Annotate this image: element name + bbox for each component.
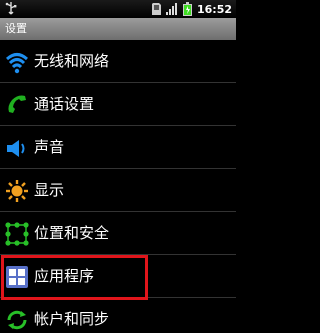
settings-item-label: 显示 [34,181,65,199]
signal-icon [165,3,177,15]
usb-icon [5,2,17,15]
settings-item-label: 无线和网络 [34,52,110,70]
settings-item-label: 位置和安全 [34,224,110,242]
settings-item-label: 声音 [34,138,65,156]
settings-item-label: 帐户和同步 [34,310,110,328]
brightness-icon [6,180,28,202]
settings-item-accounts-sync[interactable]: 帐户和同步 [0,298,236,333]
grid-lock-icon [5,222,29,246]
wifi-icon [5,53,29,74]
settings-item-label: 通话设置 [34,95,95,113]
settings-item-label: 应用程序 [34,267,95,285]
sync-icon [7,310,27,330]
settings-item-location-security[interactable]: 位置和安全 [0,212,236,255]
speaker-icon [7,140,25,157]
settings-item-display[interactable]: 显示 [0,169,236,212]
phone-icon [8,95,26,113]
status-bar: 16:52 [0,0,236,18]
clock: 16:52 [196,2,232,16]
battery-icon [182,2,192,16]
settings-item-call[interactable]: 通话设置 [0,83,236,126]
page-title: 设置 [0,18,236,40]
settings-item-wireless[interactable]: 无线和网络 [0,40,236,83]
settings-item-applications[interactable]: 应用程序 [0,255,236,298]
apps-icon [6,266,28,288]
settings-item-sound[interactable]: 声音 [0,126,236,169]
settings-list: 无线和网络 通话设置 声音 显示 位置和安全 应用程序 帐户和同步 [0,40,236,333]
sd-card-icon [151,3,161,15]
